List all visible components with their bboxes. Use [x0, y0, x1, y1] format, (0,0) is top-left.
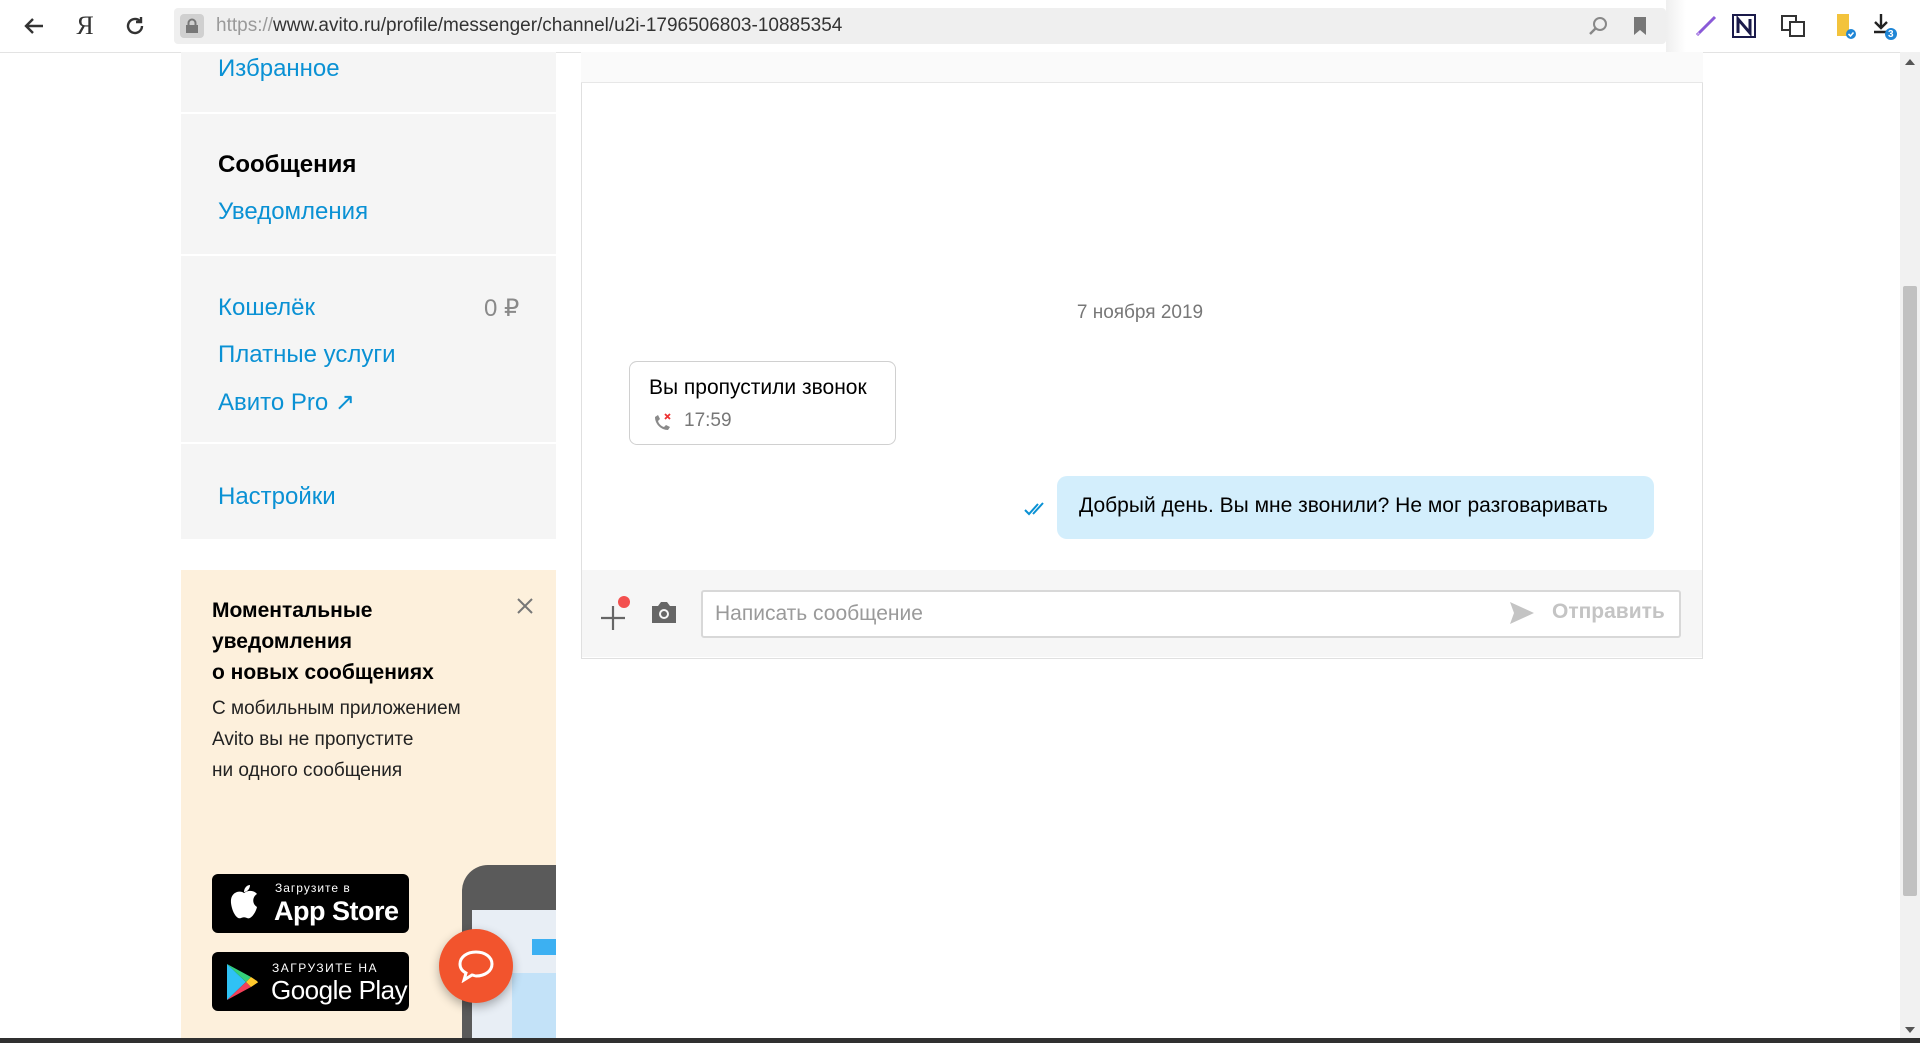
bookmark-button[interactable]	[1622, 8, 1658, 44]
address-bar-edge	[1666, 0, 1686, 52]
downloads-button[interactable]: 3	[1866, 8, 1902, 44]
url-protocol: https://	[216, 15, 274, 36]
promo-close-button[interactable]	[513, 594, 537, 618]
bookmark-icon	[1634, 17, 1646, 35]
promo-text-line: ни одного сообщения	[212, 760, 403, 781]
camera-icon	[652, 602, 676, 623]
plus-icon	[601, 596, 630, 630]
translate-icon	[1781, 15, 1805, 37]
missed-call-time: 17:59	[684, 410, 732, 431]
close-icon	[517, 598, 533, 614]
promo-text: С мобильным приложением Avito вы не проп…	[212, 693, 461, 786]
reload-icon	[126, 17, 144, 35]
attach-button[interactable]	[598, 596, 632, 632]
wallet-balance: 0 ₽	[484, 295, 520, 322]
scroll-up-button[interactable]	[1904, 56, 1916, 68]
sidebar-item-settings[interactable]: Настройки	[218, 483, 336, 511]
n-logo-icon	[1732, 14, 1756, 38]
yandex-logo-icon: Я	[76, 11, 94, 40]
message-input-placeholder: Написать сообщение	[715, 602, 923, 625]
googleplay-small-label: ЗАГРУЗИТЕ НА	[272, 961, 379, 975]
pen-icon	[1695, 15, 1717, 37]
sidebar-item-wallet[interactable]: Кошелёк	[218, 294, 315, 322]
outgoing-message-bubble: Добрый день. Вы мне звонили? Не мог разг…	[1057, 476, 1654, 539]
send-label: Отправить	[1552, 600, 1665, 623]
support-chat-button[interactable]	[439, 929, 513, 1003]
avito-pro-label: Авито Pro	[218, 389, 329, 416]
extension-pen-button[interactable]	[1688, 8, 1724, 44]
sidebar-item-messages[interactable]: Сообщения	[218, 151, 356, 179]
extension-archive-button[interactable]	[1826, 8, 1862, 44]
url-path: www.avito.ru/profile/messenger/channel/u…	[273, 15, 843, 36]
extension-translate-button[interactable]	[1775, 8, 1811, 44]
sidebar-item-paid-services[interactable]: Платные услуги	[218, 341, 395, 369]
yandex-button[interactable]: Я	[65, 6, 105, 46]
sidebar-item-notifications[interactable]: Уведомления	[218, 198, 368, 226]
site-security-button[interactable]	[180, 14, 204, 38]
scrollbar-thumb[interactable]	[1903, 286, 1917, 896]
chat-header-strip	[581, 52, 1703, 83]
sidebar-item-favorites[interactable]: Избранное	[218, 55, 340, 83]
url-text[interactable]: https://www.avito.ru/profile/messenger/c…	[216, 15, 842, 37]
date-separator: 7 ноября 2019	[1076, 302, 1204, 323]
scroll-down-arrow-icon	[1905, 1027, 1915, 1033]
back-button[interactable]	[14, 6, 54, 46]
send-icon	[1510, 602, 1534, 624]
promo-title-line: Моментальные	[212, 599, 373, 622]
chat-panel	[581, 52, 1703, 659]
lock-icon	[186, 18, 198, 33]
appstore-button[interactable]: Загрузите в App Store	[212, 874, 409, 933]
googleplay-button[interactable]: ЗАГРУЗИТЕ НА Google Play	[212, 952, 409, 1011]
promo-title-line: уведомления	[212, 630, 352, 653]
scroll-up-arrow-icon	[1905, 59, 1915, 65]
phone-screen-card	[512, 973, 556, 1039]
window-bottom-edge	[0, 1038, 1920, 1043]
promo-title-line: о новых сообщениях	[212, 661, 434, 684]
sidebar-item-avito-pro[interactable]: Авито Pro ↗	[218, 388, 355, 417]
promo-text-line: С мобильным приложением	[212, 698, 461, 719]
missed-call-bubble: Вы пропустили звонок 17:59	[629, 361, 896, 445]
back-arrow-icon	[24, 18, 43, 34]
promo-title: Моментальные уведомления о новых сообщен…	[212, 595, 434, 688]
outgoing-message-text: Добрый день. Вы мне звонили? Не мог разг…	[1079, 494, 1608, 517]
send-button[interactable]: Отправить	[1509, 598, 1671, 630]
archive-icon	[1837, 14, 1856, 39]
zoom-icon	[1589, 17, 1607, 35]
sidebar-section-messages	[181, 114, 556, 254]
googleplay-big-label: Google Play	[271, 975, 408, 1005]
appstore-small-label: Загрузите в	[275, 881, 351, 895]
external-link-icon: ↗	[334, 389, 356, 416]
photo-button[interactable]	[650, 599, 678, 625]
chat-bubble-icon	[458, 950, 494, 983]
apple-icon	[230, 885, 257, 919]
promo-text-line: Avito вы не пропустите	[212, 729, 414, 750]
zoom-button[interactable]	[1580, 8, 1616, 44]
google-play-icon	[227, 964, 258, 1000]
extension-n-button[interactable]	[1726, 8, 1762, 44]
phone-screen-bar	[532, 939, 556, 955]
reload-button[interactable]	[115, 6, 155, 46]
read-receipt-icon	[1024, 502, 1044, 516]
missed-call-icon	[655, 413, 671, 430]
download-count-badge: 3	[1888, 29, 1894, 40]
missed-call-text: Вы пропустили звонок	[649, 376, 867, 399]
scroll-down-button[interactable]	[1904, 1024, 1916, 1036]
appstore-big-label: App Store	[274, 896, 399, 926]
